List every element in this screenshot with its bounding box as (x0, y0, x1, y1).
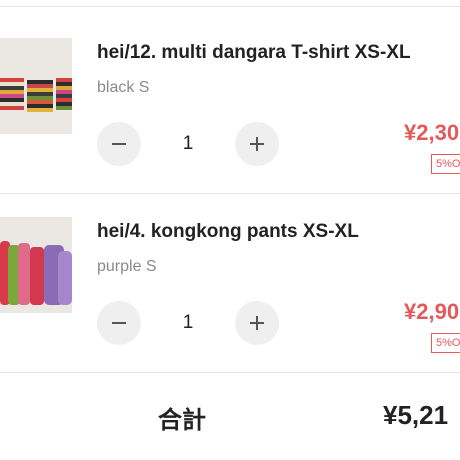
discount-badge: 5%O (431, 333, 460, 353)
product-image[interactable] (0, 217, 72, 313)
product-variant: black S (97, 79, 150, 96)
total-label: 合計 (158, 407, 206, 434)
item-price: ¥2,30 (404, 120, 460, 145)
top-divider (0, 6, 460, 7)
product-name[interactable]: hei/4. kongkong pants XS-XL (97, 221, 359, 243)
discount-badge: 5%O (431, 154, 460, 174)
increase-quantity-button[interactable] (235, 301, 279, 345)
minus-icon (112, 322, 126, 324)
decrease-quantity-button[interactable] (97, 122, 141, 166)
product-name[interactable]: hei/12. multi dangara T-shirt XS-XL (97, 42, 411, 64)
product-variant: purple S (97, 258, 157, 275)
item-price: ¥2,90 (404, 299, 460, 324)
minus-icon (112, 143, 126, 145)
total-value: ¥5,21 (383, 400, 449, 430)
cart-item: hei/4. kongkong pants XS-XL purple S 1 ¥… (0, 187, 460, 363)
cart-item: hei/12. multi dangara T-shirt XS-XL blac… (0, 8, 460, 184)
increase-quantity-button[interactable] (235, 122, 279, 166)
product-image[interactable] (0, 38, 72, 134)
quantity-value: 1 (182, 312, 194, 333)
plus-icon (250, 137, 264, 151)
quantity-value: 1 (182, 133, 194, 154)
decrease-quantity-button[interactable] (97, 301, 141, 345)
total-divider (0, 372, 460, 373)
plus-icon (250, 316, 264, 330)
